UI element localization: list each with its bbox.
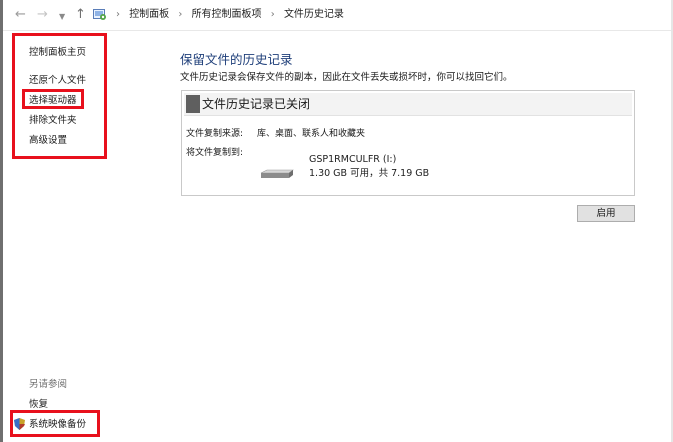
status-indicator-icon bbox=[186, 95, 200, 113]
drive-name: GSP1RMCULFR (I:) bbox=[309, 154, 397, 165]
breadcrumb-control-panel[interactable]: 控制面板 bbox=[129, 9, 169, 20]
breadcrumb: › 控制面板 › 所有控制面板项 › 文件历史记录 bbox=[110, 8, 344, 21]
see-also-heading: 另请参阅 bbox=[29, 379, 68, 390]
control-panel-icon bbox=[93, 9, 106, 20]
enable-button[interactable]: 启用 bbox=[577, 205, 635, 222]
breadcrumb-separator: › bbox=[116, 9, 120, 20]
page-title: 保留文件的历史记录 bbox=[180, 52, 293, 67]
highlight-box-select-drive bbox=[22, 89, 84, 109]
drive-space: 1.30 GB 可用，共 7.19 GB bbox=[309, 168, 430, 179]
breadcrumb-all-items[interactable]: 所有控制面板项 bbox=[192, 9, 262, 20]
copy-from-value: 库、桌面、联系人和收藏夹 bbox=[257, 129, 366, 139]
status-header: 文件历史记录已关闭 bbox=[184, 93, 632, 116]
copy-from-label: 文件复制来源: bbox=[186, 129, 244, 139]
window-left-edge bbox=[0, 0, 3, 442]
back-arrow-icon[interactable]: ← bbox=[15, 6, 26, 24]
breadcrumb-separator: › bbox=[178, 9, 183, 20]
breadcrumb-separator: › bbox=[270, 9, 275, 20]
page-description: 文件历史记录会保存文件的副本，因此在文件丢失或损坏时，你可以找回它们。 bbox=[180, 72, 513, 83]
breadcrumb-file-history[interactable]: 文件历史记录 bbox=[284, 9, 344, 20]
recent-locations-dropdown-icon[interactable]: ▼ bbox=[59, 8, 65, 26]
up-arrow-icon[interactable]: ↑ bbox=[75, 6, 86, 24]
forward-arrow-icon[interactable]: → bbox=[37, 6, 48, 24]
address-bar: ← → ▼ ↑ › 控制面板 › 所有控制面板项 › 文件历史记录 bbox=[3, 0, 671, 31]
copy-to-label: 将文件复制到: bbox=[186, 148, 244, 158]
status-text: 文件历史记录已关闭 bbox=[202, 97, 311, 111]
file-history-status-panel: 文件历史记录已关闭 文件复制来源: 库、桌面、联系人和收藏夹 将文件复制到: G… bbox=[181, 90, 635, 196]
usb-drive-icon bbox=[260, 169, 294, 178]
highlight-box-system-image-backup bbox=[10, 410, 100, 437]
